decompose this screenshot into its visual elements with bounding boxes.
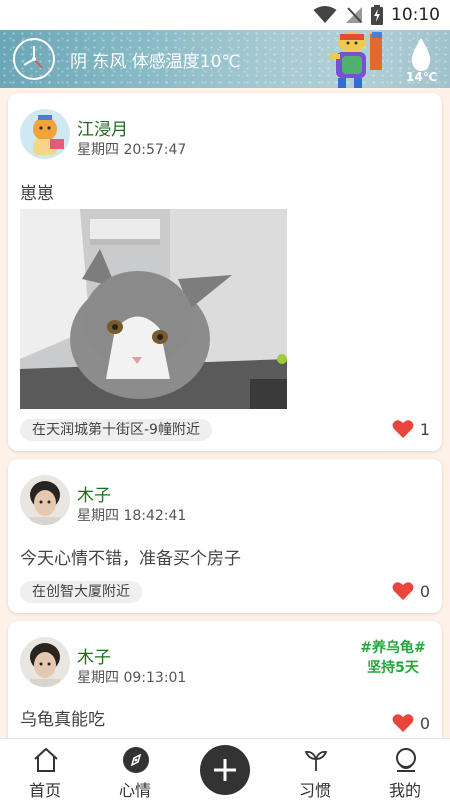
heart-icon (392, 714, 414, 732)
status-bar: 10:10 (0, 0, 450, 30)
like-count: 0 (419, 713, 430, 733)
cat-photo (20, 209, 287, 409)
no-signal-icon (346, 7, 362, 23)
post-text: 今天心情不错，准备买个房子 (20, 549, 241, 569)
avatar[interactable] (20, 109, 70, 159)
nav-label: 习惯 (298, 781, 331, 800)
heart-icon (392, 420, 414, 438)
raindrop-icon (411, 38, 431, 71)
like-count: 0 (419, 581, 430, 601)
clock-icon (13, 38, 55, 80)
avatar[interactable] (20, 637, 70, 687)
timestamp: 星期四 18:42:41 (77, 508, 187, 524)
username[interactable]: 木子 (77, 481, 111, 506)
post-text: 乌龟真能吃 (20, 710, 105, 730)
nav-label: 心情 (118, 781, 151, 800)
post-photo[interactable] (20, 209, 287, 409)
status-time: 10:10 (391, 5, 440, 25)
habit-name: #养乌龟# (360, 640, 426, 656)
post-card[interactable]: 木子 星期四 09:13:01 #养乌龟# 坚持5天 乌龟真能吃 0 (8, 621, 442, 738)
avatar-image (20, 109, 70, 159)
location-chip[interactable]: 在天润城第十街区-9幢附近 (20, 419, 212, 441)
avatar-image (20, 475, 70, 525)
nav-habit[interactable]: 习惯 (279, 739, 351, 800)
character-illustration (330, 32, 382, 88)
nav-label: 首页 (28, 781, 61, 800)
battery-charging-icon (371, 5, 383, 25)
sprout-icon (304, 750, 328, 771)
add-post-button[interactable] (200, 745, 250, 795)
avatar-image (20, 637, 70, 687)
weather-description: 阴 东风 体感温度10℃ (70, 52, 241, 72)
like-button[interactable]: 0 (392, 581, 430, 601)
feed[interactable]: 江浸月 星期四 20:57:47 崽崽 在天润城第十街区-9幢附近 1 木子 星… (0, 88, 450, 738)
compass-icon (123, 747, 149, 773)
username[interactable]: 木子 (77, 643, 111, 668)
weather-banner: 阴 东风 体感温度10℃ 14℃ (0, 30, 450, 88)
username[interactable]: 江浸月 (77, 115, 128, 140)
nav-mood[interactable]: 心情 (99, 739, 171, 800)
timestamp: 星期四 09:13:01 (77, 670, 187, 686)
profile-icon (396, 748, 416, 772)
location-chip[interactable]: 在创智大厦附近 (20, 581, 142, 603)
home-icon (34, 747, 58, 772)
nav-home[interactable]: 首页 (9, 739, 81, 800)
like-count: 1 (419, 419, 430, 439)
post-card[interactable]: 江浸月 星期四 20:57:47 崽崽 在天润城第十街区-9幢附近 1 (8, 93, 442, 451)
like-button[interactable]: 1 (392, 419, 430, 439)
avatar[interactable] (20, 475, 70, 525)
nav-label: 我的 (388, 781, 421, 800)
post-card[interactable]: 木子 星期四 18:42:41 今天心情不错，准备买个房子 在创智大厦附近 0 (8, 459, 442, 613)
timestamp: 星期四 20:57:47 (77, 142, 187, 158)
habit-streak: 坚持5天 (367, 660, 419, 676)
wifi-icon (313, 6, 337, 23)
nav-profile[interactable]: 我的 (369, 739, 441, 800)
heart-icon (392, 582, 414, 600)
like-button[interactable]: 0 (392, 713, 430, 733)
status-icons: 10:10 (313, 4, 440, 26)
add-icon (214, 759, 236, 781)
habit-tag[interactable]: #养乌龟# 坚持5天 (356, 638, 430, 678)
temperature: 14℃ (406, 70, 438, 84)
post-text: 崽崽 (20, 184, 54, 204)
bottom-nav: 首页 心情 习惯 我的 (0, 738, 450, 800)
